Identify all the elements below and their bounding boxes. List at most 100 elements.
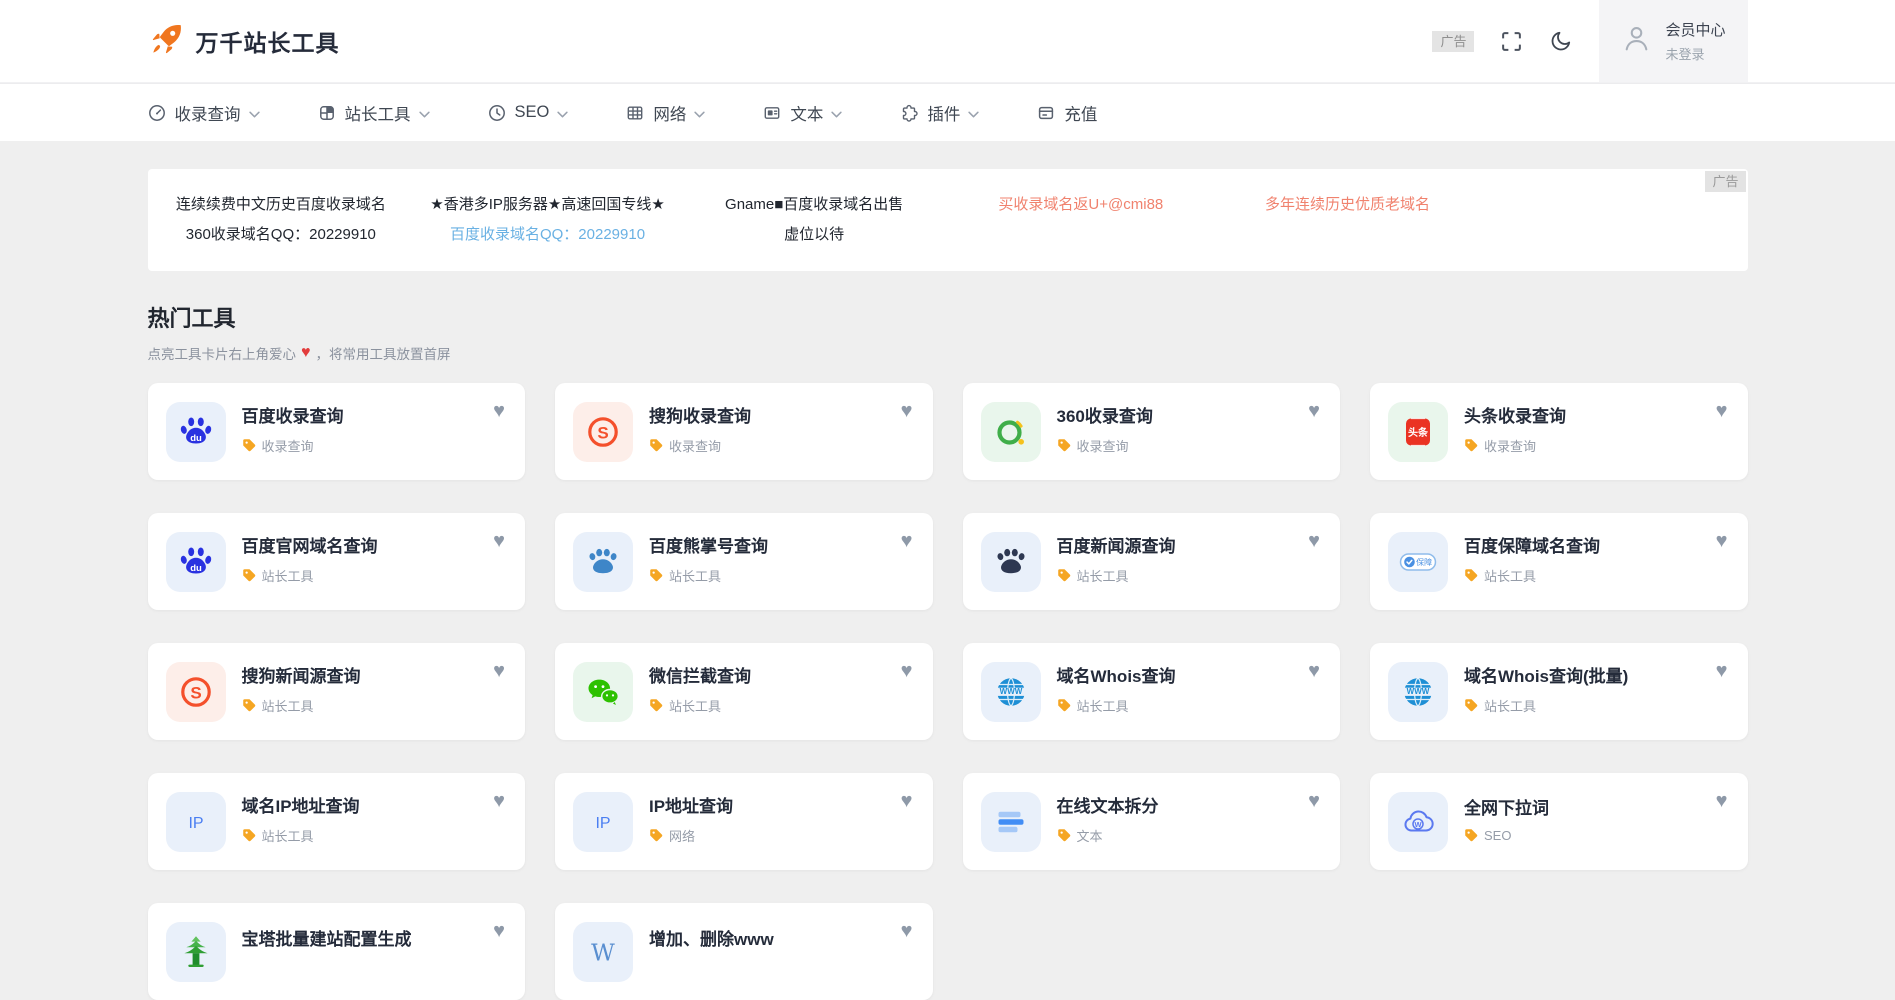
tag-icon [1057, 568, 1071, 582]
tool-category: 站长工具 [262, 826, 314, 845]
nav-item[interactable]: 插件 [900, 101, 979, 125]
ad-slot-line1: 多年连续历史优质老域名 [1214, 196, 1481, 214]
favorite-heart-icon[interactable] [1716, 531, 1728, 551]
bear-paw-dark-icon [981, 532, 1041, 592]
ad-slot-link[interactable]: 买收录域名返U+@cmi88 [948, 196, 1215, 244]
favorite-heart-icon[interactable] [901, 401, 913, 421]
tool-card[interactable]: IP IP地址查询 网络 [555, 773, 933, 870]
svg-text:头条: 头条 [1408, 425, 1429, 438]
pagoda-icon [166, 922, 226, 982]
tag-icon [1057, 698, 1071, 712]
section-title: 热门工具 [148, 301, 1748, 333]
clock-icon [488, 104, 506, 122]
tools-grid: du 百度收录查询 收录查询 S 搜狗收录查询 收录查询 3 [148, 383, 1748, 1000]
nav-item-label: 站长工具 [345, 101, 411, 125]
tool-category: 站长工具 [1077, 566, 1129, 585]
favorite-heart-icon[interactable] [1308, 531, 1320, 551]
favorite-heart-icon[interactable] [901, 531, 913, 551]
site-logo[interactable]: 万千站长工具 [148, 20, 340, 63]
tag-icon [242, 568, 256, 582]
tool-card[interactable]: 头条 头条收录查询 收录查询 [1370, 383, 1748, 480]
tool-card[interactable]: 宝塔批量建站配置生成 [148, 903, 526, 1000]
favorite-heart-icon[interactable] [1308, 661, 1320, 681]
chevron-down-icon [249, 111, 260, 118]
favorite-heart-icon[interactable] [901, 791, 913, 811]
favorite-heart-icon[interactable] [901, 661, 913, 681]
favorite-heart-icon[interactable] [493, 921, 505, 941]
tool-category: 站长工具 [262, 696, 314, 715]
tool-card[interactable]: W 全网下拉词 SEO [1370, 773, 1748, 870]
tool-category: 收录查询 [669, 436, 721, 455]
tool-card[interactable]: W 增加、删除www [555, 903, 933, 1000]
ad-slot-line1: 连续续费中文历史百度收录域名 [148, 196, 415, 214]
fullscreen-icon[interactable] [1500, 30, 1523, 53]
globe-www-icon: WWW [1388, 662, 1448, 722]
ip-text-icon: IP [573, 792, 633, 852]
tag-icon [649, 828, 663, 842]
tool-title: 搜狗收录查询 [649, 408, 751, 427]
tag-icon [1464, 698, 1478, 712]
nav-item-label: 插件 [927, 101, 960, 125]
ad-slot-link[interactable]: 多年连续历史优质老域名 [1214, 196, 1481, 244]
nav-item[interactable]: 文本 [763, 101, 842, 125]
ad-slot-link[interactable]: ★香港多IP服务器★高速回国专线★ 百度收录域名QQ：20229910 [414, 196, 681, 244]
ip-text-icon: IP [166, 792, 226, 852]
tool-card[interactable]: 在线文本拆分 文本 [963, 773, 1341, 870]
tool-card[interactable]: 百度熊掌号查询 站长工具 [555, 513, 933, 610]
tool-card[interactable]: S 搜狗收录查询 收录查询 [555, 383, 933, 480]
favorite-heart-icon[interactable] [901, 921, 913, 941]
dark-mode-moon-icon[interactable] [1549, 29, 1573, 53]
favorite-heart-icon[interactable] [493, 791, 505, 811]
favorite-heart-icon[interactable] [1308, 791, 1320, 811]
tool-title: 百度新闻源查询 [1057, 538, 1176, 557]
wallet-icon [1037, 104, 1055, 122]
table-icon [626, 104, 644, 122]
nav-item[interactable]: 充值 [1037, 101, 1097, 125]
cloud-w-icon: W [1388, 792, 1448, 852]
svg-text:WWW: WWW [1407, 687, 1430, 696]
favorite-heart-icon[interactable] [1308, 401, 1320, 421]
text-split-lines-icon [981, 792, 1041, 852]
tool-card[interactable]: 百度新闻源查询 站长工具 [963, 513, 1341, 610]
tool-title: 百度收录查询 [242, 408, 344, 427]
tool-title: 百度官网域名查询 [242, 538, 378, 557]
svg-text:du: du [190, 432, 202, 443]
favorite-heart-icon[interactable] [493, 661, 505, 681]
tool-category: 收录查询 [1077, 436, 1129, 455]
svg-text:IP: IP [188, 815, 203, 832]
tool-card[interactable]: IP 域名IP地址查询 站长工具 [148, 773, 526, 870]
nav-item[interactable]: 站长工具 [318, 101, 430, 125]
bear-paw-blue-icon [573, 532, 633, 592]
tool-title: 微信拦截查询 [649, 668, 751, 687]
favorite-heart-icon[interactable] [1716, 401, 1728, 421]
tool-card[interactable]: du 百度收录查询 收录查询 [148, 383, 526, 480]
svg-text:W: W [1414, 819, 1422, 828]
tool-card[interactable]: 微信拦截查询 站长工具 [555, 643, 933, 740]
tag-icon [1464, 438, 1478, 452]
tool-card[interactable]: S 搜狗新闻源查询 站长工具 [148, 643, 526, 740]
tag-icon [1464, 568, 1478, 582]
tool-title: IP地址查询 [649, 798, 733, 817]
site-title: 万千站长工具 [196, 24, 340, 58]
favorite-heart-icon[interactable] [493, 401, 505, 421]
ad-slot-link[interactable]: Gname■百度收录域名出售 虚位以待 [681, 196, 948, 244]
tool-card[interactable]: 360收录查询 收录查询 [963, 383, 1341, 480]
nav-item[interactable]: SEO [488, 103, 569, 122]
tool-card[interactable]: du 百度官网域名查询 站长工具 [148, 513, 526, 610]
favorite-heart-icon[interactable] [493, 531, 505, 551]
ad-slot-link[interactable]: 连续续费中文历史百度收录域名 360收录域名QQ：20229910 [148, 196, 415, 244]
header: 万千站长工具 广告 会员中心 未登录 [0, 0, 1895, 83]
tool-card[interactable]: WWW 域名Whois查询 站长工具 [963, 643, 1341, 740]
member-center[interactable]: 会员中心 未登录 [1599, 0, 1747, 82]
favorite-heart-icon[interactable] [1716, 791, 1728, 811]
tool-card[interactable]: WWW 域名Whois查询(批量) 站长工具 [1370, 643, 1748, 740]
tool-title: 搜狗新闻源查询 [242, 668, 361, 687]
favorite-heart-icon[interactable] [1716, 661, 1728, 681]
tool-card[interactable]: 保障 百度保障域名查询 站长工具 [1370, 513, 1748, 610]
chevron-down-icon [831, 111, 842, 118]
qihoo-360-icon [981, 402, 1041, 462]
nav-item[interactable]: 收录查询 [148, 101, 260, 125]
heart-icon: ♥ [301, 344, 311, 362]
toutiao-icon: 头条 [1388, 402, 1448, 462]
nav-item[interactable]: 网络 [626, 101, 705, 125]
